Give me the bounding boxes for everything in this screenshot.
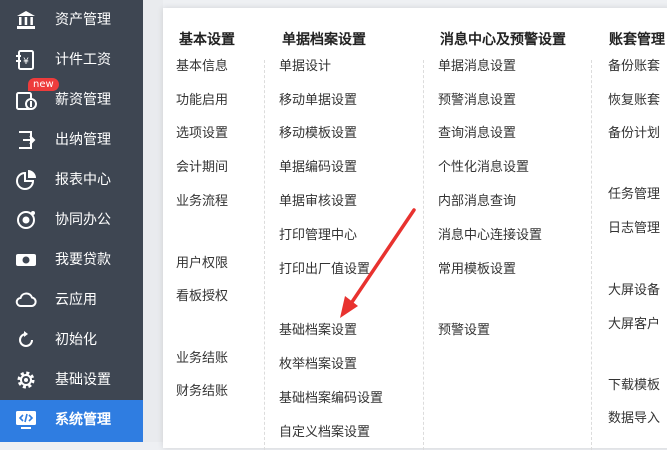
menu-item[interactable]: 预警消息设置 [438,93,516,109]
collaboration-icon [14,209,38,231]
menu-item[interactable]: 单据审核设置 [279,194,357,210]
menu-item[interactable]: 用户权限 [176,256,228,272]
sidebar-item-label: 初始化 [55,332,97,348]
sidebar-item-salary-management[interactable]: new 薪资管理 [0,78,143,120]
column-divider [264,60,265,450]
menu-item[interactable]: 移动单据设置 [279,93,357,109]
menu-item[interactable]: 会计期间 [176,160,228,176]
menu-item[interactable]: 常用模板设置 [438,262,516,278]
sidebar-item-label: 我要贷款 [55,252,111,268]
menu-item[interactable]: 下载模板 [608,378,660,394]
menu-item[interactable]: 备份账套 [608,59,660,75]
loan-icon [14,249,38,271]
menu-item[interactable]: 财务结账 [176,384,228,400]
menu-item[interactable]: 备份计划 [608,126,660,142]
column-heading-basic-settings: 基本设置 [179,32,235,48]
sidebar-item-basic-settings[interactable]: 基础设置 [0,360,143,400]
bank-icon [14,9,38,31]
menu-item[interactable]: 打印管理中心 [279,228,357,244]
menu-item[interactable]: 枚举档案设置 [279,357,357,373]
sidebar-item-label: 计件工资 [55,52,111,68]
sidebar-item-piece-wage[interactable]: ¥ 计件工资 [0,40,143,80]
sidebar-item-report-center[interactable]: 报表中心 [0,160,143,200]
menu-item[interactable]: 单据消息设置 [438,59,516,75]
menu-item[interactable]: 看板授权 [176,289,228,305]
sidebar-item-label: 协同办公 [55,212,111,228]
column-divider [591,60,592,450]
sidebar-item-asset-management[interactable]: 资产管理 [0,0,143,40]
menu-item[interactable]: 单据设计 [279,59,331,75]
sidebar-item-label: 系统管理 [55,412,111,428]
menu-item[interactable]: 任务管理 [608,187,660,203]
code-monitor-icon [14,409,38,431]
sidebar-item-label: 出纳管理 [55,132,111,148]
sidebar-item-initialization[interactable]: 初始化 [0,320,143,360]
cashier-icon [14,129,38,151]
menu-item[interactable]: 选项设置 [176,126,228,142]
new-badge: new [28,78,59,91]
cloud-icon [14,289,38,311]
svg-text:¥: ¥ [23,57,29,67]
menu-item[interactable]: 恢复账套 [608,93,660,109]
menu-item[interactable]: 个性化消息设置 [438,160,529,176]
column-heading-account-set-management: 账套管理 [609,32,665,48]
sidebar-item-label: 薪资管理 [55,92,111,108]
sidebar-item-collaboration[interactable]: 协同办公 [0,200,143,240]
menu-item[interactable]: 单据编码设置 [279,160,357,176]
menu-item[interactable]: 内部消息查询 [438,194,516,210]
sidebar-item-loan[interactable]: 我要贷款 [0,240,143,280]
sidebar-gap [143,0,163,442]
menu-item[interactable]: 功能启用 [176,93,228,109]
column-heading-document-archive-settings: 单据档案设置 [282,32,366,48]
menu-item[interactable]: 日志管理 [608,221,660,237]
salary-icon [14,89,38,111]
sidebar-item-label: 报表中心 [55,172,111,188]
column-divider [423,60,424,450]
menu-item-basic-archive-settings[interactable]: 基础档案设置 [279,323,357,339]
menu-item[interactable]: 打印出厂值设置 [279,262,370,278]
menu-item[interactable]: 大屏设备 [608,283,660,299]
menu-item[interactable]: 业务流程 [176,194,228,210]
refresh-icon [14,329,38,351]
menu-item[interactable]: 大屏客户 [608,317,660,333]
sidebar-item-cashier-management[interactable]: 出纳管理 [0,120,143,160]
sidebar-item-label: 基础设置 [55,372,111,388]
piece-wage-icon: ¥ [14,49,38,71]
sidebar-item-cloud-apps[interactable]: 云应用 [0,280,143,320]
menu-item[interactable]: 业务结账 [176,351,228,367]
gear-icon [14,369,38,391]
settings-menu-panel: 基本设置 基本信息 功能启用 选项设置 会计期间 业务流程 用户权限 看板授权 … [163,8,667,450]
menu-item[interactable]: 基本信息 [176,59,228,75]
menu-item[interactable]: 移动模板设置 [279,126,357,142]
sidebar-item-system-management[interactable]: 系统管理 [0,400,143,442]
pie-chart-icon [14,169,38,191]
column-heading-message-center: 消息中心及预警设置 [440,32,566,48]
menu-item[interactable]: 数据导入 [608,411,660,427]
menu-item[interactable]: 基础档案编码设置 [279,391,383,407]
menu-item[interactable]: 查询消息设置 [438,126,516,142]
sidebar-item-label: 云应用 [55,292,97,308]
menu-item[interactable]: 消息中心连接设置 [438,228,542,244]
menu-item[interactable]: 预警设置 [438,323,490,339]
sidebar: 资产管理 ¥ 计件工资 new 薪资管理 出纳管理 报表中心 协同办公 我要贷款… [0,0,143,442]
sidebar-item-label: 资产管理 [55,12,111,28]
menu-item[interactable]: 自定义档案设置 [279,425,370,441]
